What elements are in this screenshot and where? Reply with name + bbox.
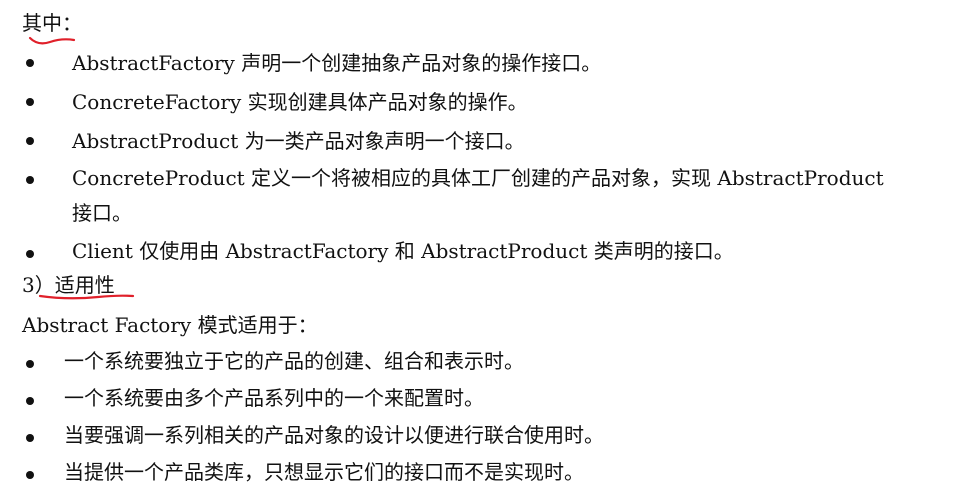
bullet-icon <box>26 98 34 106</box>
applicability-intro: Abstract Factory 模式适用于： <box>22 313 318 337</box>
section-intro: 其中： <box>22 10 82 36</box>
participant-item: AbstractFactory 声明一个创建抽象产品对象的操作接口。 <box>72 51 602 75</box>
bullet-icon <box>26 59 34 67</box>
applicability-item: 当要强调一系列相关的产品对象的设计以便进行联合使用时。 <box>64 423 604 447</box>
participant-item: ConcreteProduct 定义一个将被相应的具体工厂创建的产品对象，实现 … <box>72 166 884 190</box>
participant-item: Client 仅使用由 AbstractFactory 和 AbstractPr… <box>72 239 734 263</box>
applicability-item: 一个系统要独立于它的产品的创建、组合和表示时。 <box>64 349 524 373</box>
bullet-icon <box>26 176 34 184</box>
applicability-item: 当提供一个产品类库，只想显示它们的接口而不是实现时。 <box>64 460 584 484</box>
section-intro-text: 其中： <box>22 11 82 35</box>
participant-item-continuation: 接口。 <box>72 201 132 225</box>
document-page: 其中： AbstractFactory 声明一个创建抽象产品对象的操作接口。 C… <box>0 0 980 504</box>
participant-item: AbstractProduct 为一类产品对象声明一个接口。 <box>72 129 525 153</box>
bullet-icon <box>26 471 34 479</box>
annotation-underline-intro <box>28 36 76 45</box>
bullet-icon <box>26 434 34 442</box>
bullet-icon <box>26 250 34 258</box>
bullet-icon <box>26 397 34 405</box>
bullet-icon <box>26 360 34 368</box>
annotation-underline-heading <box>38 294 135 300</box>
applicability-item: 一个系统要由多个产品系列中的一个来配置时。 <box>64 386 484 410</box>
participant-item: ConcreteFactory 实现创建具体产品对象的操作。 <box>72 90 528 114</box>
bullet-icon <box>26 137 34 145</box>
